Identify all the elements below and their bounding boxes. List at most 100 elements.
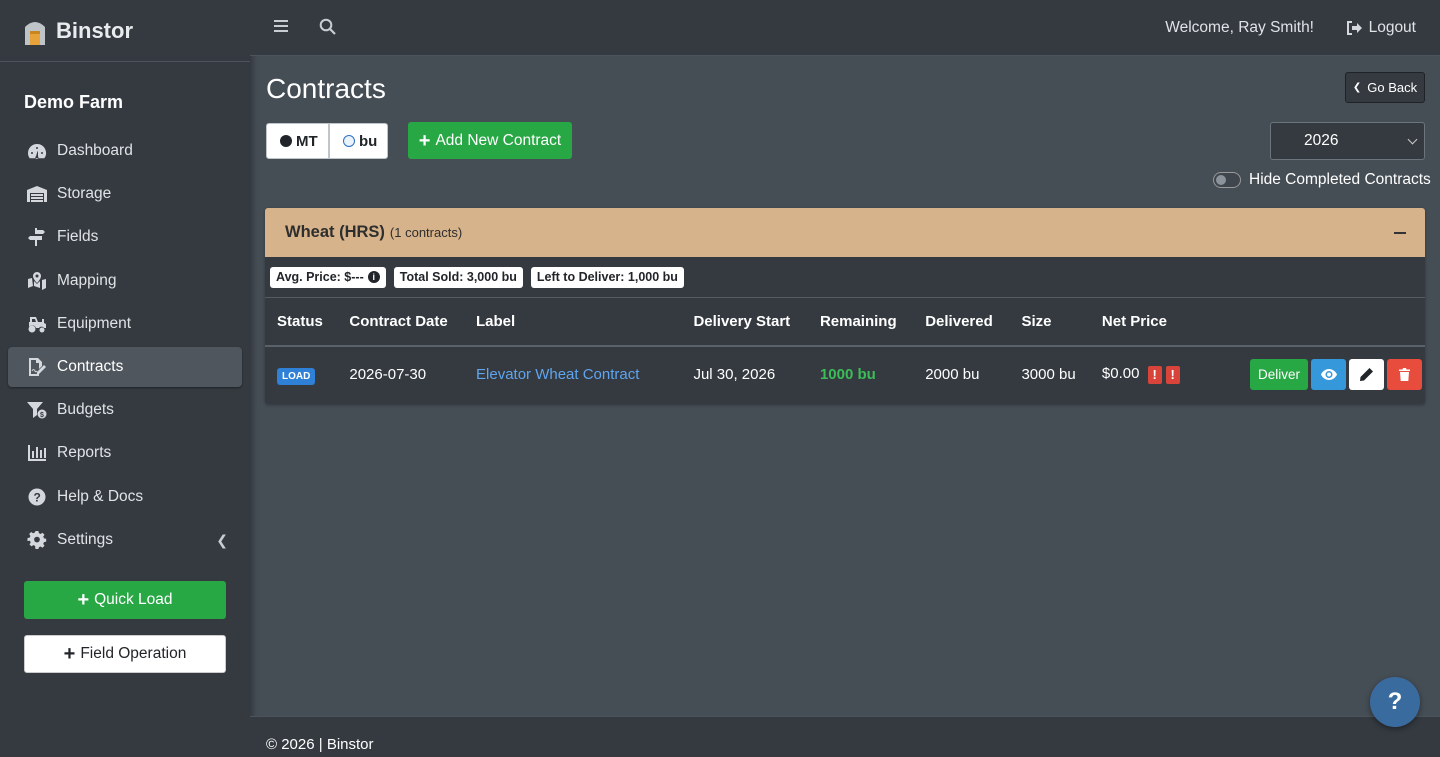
unit-toggle: MT bu	[266, 123, 388, 159]
plus-icon: +	[77, 589, 90, 611]
search-icon[interactable]	[319, 18, 336, 40]
col-remaining[interactable]: Remaining	[807, 298, 914, 347]
plus-icon: +	[418, 129, 431, 152]
hide-completed-label: Hide Completed Contracts	[1249, 171, 1431, 188]
total-sold-badge: Total Sold: 3,000 bu	[393, 266, 523, 288]
chevron-left-icon: ❮	[216, 531, 228, 548]
go-back-label: Go Back	[1367, 80, 1418, 95]
actions-cell: Deliver	[1207, 346, 1425, 402]
sidebar-item-label: Equipment	[57, 314, 132, 332]
trash-icon	[1399, 368, 1410, 381]
info-icon[interactable]: i	[367, 271, 380, 283]
sidebar: Binstor Demo Farm Dashboard Storage Fiel…	[0, 0, 250, 757]
contract-label-link[interactable]: Elevator Wheat Contract	[476, 366, 639, 383]
radio-indicator	[280, 135, 292, 147]
brand[interactable]: Binstor	[0, 0, 250, 62]
col-delivery-start[interactable]: Delivery Start	[681, 298, 808, 347]
crop-name: Wheat (HRS)	[285, 223, 385, 241]
sidebar-item-budgets[interactable]: $ Budgets	[8, 390, 242, 430]
collapse-icon[interactable]	[1394, 232, 1406, 234]
unit-mt-label: MT	[296, 132, 318, 150]
contract-date-cell: 2026-07-30	[349, 366, 427, 383]
remaining-cell: 1000 bu	[808, 346, 913, 402]
remaining-value: 1000 bu	[819, 366, 876, 383]
sidebar-item-contracts[interactable]: Contracts	[8, 346, 242, 387]
year-value: 2026	[1304, 132, 1339, 149]
sidebar-item-reports[interactable]: Reports	[8, 433, 242, 473]
deliver-button[interactable]: Deliver	[1249, 359, 1308, 390]
contract-group-card: Wheat (HRS) (1 contracts) Avg. Price: $-…	[265, 208, 1425, 404]
delete-button[interactable]	[1387, 359, 1422, 390]
sidebar-item-mapping[interactable]: Mapping	[8, 261, 242, 301]
col-actions	[1206, 298, 1425, 347]
delivered-cell: 2000 bu	[925, 366, 980, 383]
toggle-switch[interactable]	[1213, 172, 1241, 188]
summary-badges: Avg. Price: $--- i Total Sold: 3,000 bu …	[265, 257, 1425, 298]
sidebar-item-label: Storage	[57, 185, 112, 203]
label-cell: Elevator Wheat Contract	[464, 346, 681, 402]
col-status[interactable]: Status	[265, 298, 338, 347]
field-operation-button[interactable]: + Field Operation	[24, 635, 226, 673]
help-button[interactable]: ?	[1370, 677, 1420, 727]
silo-icon	[25, 21, 45, 45]
unit-mt-radio[interactable]: MT	[266, 123, 329, 159]
col-contract-date[interactable]: Contract Date	[337, 298, 465, 347]
bar-chart-icon	[26, 443, 48, 463]
sidebar-item-settings[interactable]: Settings ❮	[8, 520, 242, 560]
funnel-dollar-icon: $	[26, 400, 48, 420]
sidebar-item-label: Contracts	[57, 357, 124, 375]
edit-button[interactable]	[1349, 359, 1384, 390]
sidebar-item-label: Dashboard	[57, 142, 133, 159]
sidebar-item-storage[interactable]: Storage	[8, 174, 242, 214]
year-select[interactable]: 2026	[1270, 122, 1425, 160]
topbar: Welcome, Ray Smith! Logout	[250, 0, 1440, 56]
footer: © 2026 | Binstor	[250, 716, 1440, 757]
radio-indicator	[343, 135, 355, 147]
sidebar-item-help[interactable]: ? Help & Docs	[8, 477, 242, 517]
brand-name: Binstor	[56, 17, 133, 43]
warning-icon[interactable]: !	[1165, 365, 1180, 384]
col-delivered[interactable]: Delivered	[913, 298, 1010, 347]
contract-group-header[interactable]: Wheat (HRS) (1 contracts)	[265, 208, 1425, 257]
net-price-value: $0.00	[1101, 365, 1140, 383]
warning-icon[interactable]: !	[1147, 365, 1162, 384]
sidebar-item-label: Settings	[57, 530, 114, 548]
logout-link[interactable]: Logout	[1346, 19, 1416, 37]
logout-label: Logout	[1368, 19, 1416, 36]
table-row: LOAD 2026-07-30 Elevator Wheat Contract …	[265, 346, 1425, 402]
sidebar-item-dashboard[interactable]: Dashboard	[8, 131, 242, 171]
col-size[interactable]: Size	[1009, 298, 1090, 347]
chevron-down-icon	[1407, 134, 1418, 145]
quick-load-button[interactable]: + Quick Load	[24, 581, 226, 619]
table-header-row: Status Contract Date Label Delivery Star…	[265, 298, 1425, 347]
contract-count: (1 contracts)	[389, 225, 463, 240]
svg-text:?: ?	[34, 490, 41, 504]
col-net-price[interactable]: Net Price	[1089, 298, 1207, 347]
hamburger-menu-icon[interactable]	[274, 20, 288, 35]
hide-completed-toggle[interactable]: Hide Completed Contracts	[1213, 171, 1431, 189]
row-actions: Deliver	[1249, 359, 1425, 390]
sign-out-icon	[1346, 21, 1362, 35]
size-cell: 3000 bu	[1021, 366, 1076, 383]
page-title: Contracts	[266, 73, 386, 104]
left-to-deliver-badge: Left to Deliver: 1,000 bu	[530, 266, 684, 288]
status-badge: LOAD	[277, 368, 316, 385]
col-label[interactable]: Label	[464, 298, 682, 347]
map-marker-icon	[26, 271, 48, 291]
sidebar-item-fields[interactable]: Fields	[8, 217, 242, 257]
quick-load-label: Quick Load	[94, 591, 173, 608]
contracts-table: Status Contract Date Label Delivery Star…	[265, 298, 1425, 402]
tachometer-icon	[26, 141, 48, 161]
go-back-button[interactable]: ❮ Go Back	[1345, 72, 1425, 103]
add-contract-label: Add New Contract	[435, 131, 562, 149]
plus-icon: +	[63, 643, 76, 665]
warehouse-icon	[26, 184, 48, 204]
sidebar-item-label: Reports	[57, 444, 112, 462]
add-new-contract-button[interactable]: + Add New Contract	[408, 122, 572, 159]
status-cell: LOAD	[265, 346, 337, 402]
farm-name-text: Demo Farm	[24, 92, 124, 112]
field-operation-label: Field Operation	[80, 645, 187, 662]
sidebar-item-equipment[interactable]: Equipment	[8, 304, 242, 344]
view-button[interactable]	[1311, 359, 1346, 390]
unit-bu-radio[interactable]: bu	[329, 123, 388, 159]
